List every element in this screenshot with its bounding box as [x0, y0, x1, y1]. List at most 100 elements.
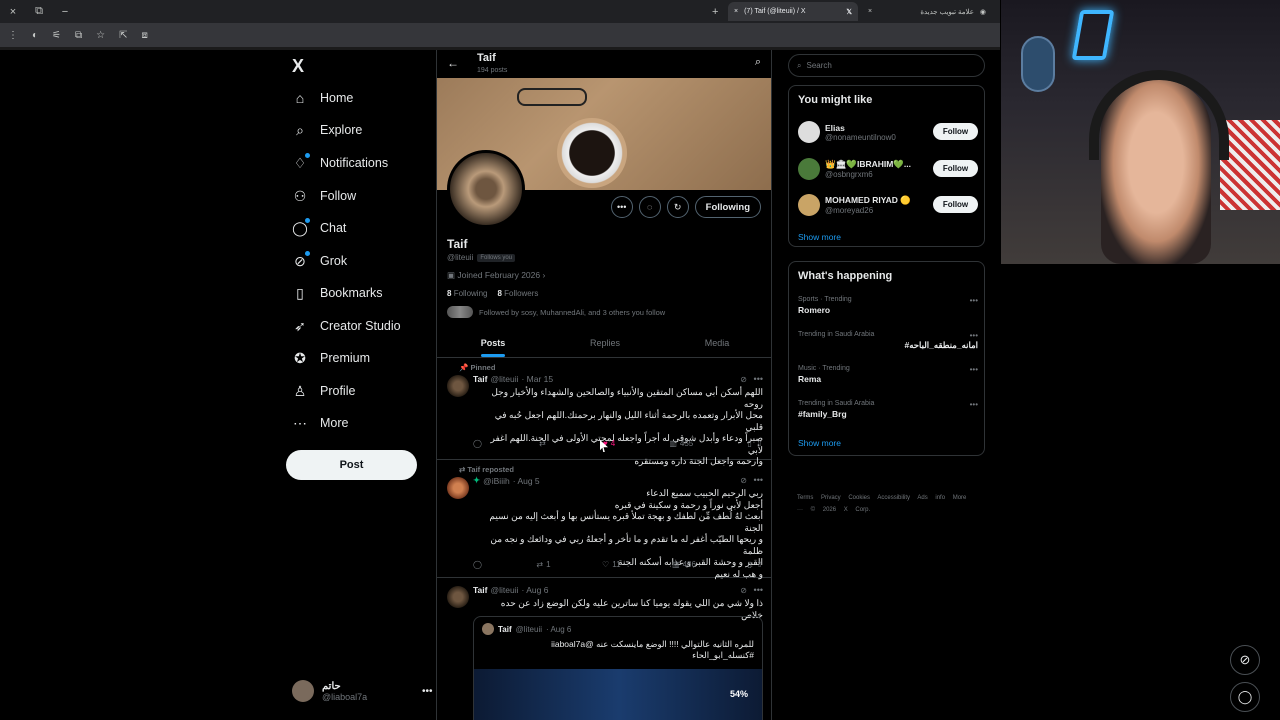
more-icon[interactable]: ••• — [970, 365, 978, 374]
post-button[interactable]: Post — [286, 450, 417, 480]
menu-dots-icon[interactable]: ⋮ — [8, 30, 18, 41]
following-button[interactable]: Following — [694, 196, 761, 218]
more-icon[interactable]: ••• — [970, 400, 978, 409]
profile-avatar[interactable] — [447, 150, 525, 228]
nav-label: Notifications — [320, 156, 389, 170]
trend-item[interactable]: Trending in Saudi Arabia #family_Brg ••• — [798, 400, 978, 419]
grok-icon[interactable]: ⊘ — [740, 586, 747, 595]
more-icon[interactable]: ••• — [970, 331, 978, 340]
nav-notifications[interactable]: ♢ Notifications — [292, 151, 388, 175]
nav-premium[interactable]: ✪ Premium — [292, 346, 370, 370]
grok-float-button[interactable]: ⊘ — [1230, 645, 1260, 675]
views-button[interactable]: ▥ 455 — [669, 439, 693, 448]
header-name: Taif — [477, 52, 496, 64]
back-arrow-icon[interactable]: ← — [447, 56, 459, 70]
nav-profile[interactable]: ♙ Profile — [292, 379, 356, 403]
more-icon[interactable]: ••• — [970, 296, 978, 305]
chat-bubble-icon: ◯ — [292, 217, 310, 237]
search-placeholder: Search — [806, 61, 832, 70]
reply-button[interactable]: ◯ — [473, 560, 485, 569]
grok-button[interactable]: ◌ — [638, 196, 661, 218]
nav-home[interactable]: ⌂ Home — [292, 86, 354, 110]
avatar[interactable] — [447, 477, 469, 499]
grok-icon[interactable]: ⊘ — [740, 375, 747, 384]
tab-search-icon[interactable]: ⧉ — [75, 30, 82, 41]
nav-label: Creator Studio — [320, 319, 401, 333]
tab-new-tab[interactable]: × علامة تبويب جديدة ◉ — [862, 2, 992, 21]
trend-item[interactable]: Trending in Saudi Arabia #امانه_منطقه_الب… — [798, 331, 978, 351]
install-icon[interactable]: ⧈ — [142, 30, 148, 41]
account-switcher[interactable]: حاتم @liaboal7a ••• — [292, 680, 433, 702]
bookmark-button[interactable]: ▯ ⇧ — [747, 439, 763, 448]
followed-by[interactable]: Followed by sosy, MuhannedAli, and 3 oth… — [447, 306, 665, 318]
views-button[interactable]: ▥ 486 — [672, 560, 696, 569]
tweet-actions: ◯ ⇄ 1 ♡ 11 ▥ 486 ▯ ⇧ — [473, 560, 763, 569]
footer-links[interactable]: Terms Privacy Cookies Accessibility Ads … — [797, 492, 977, 516]
follow-button[interactable]: Follow — [933, 160, 978, 177]
extension-icon[interactable]: ⚟ — [52, 30, 61, 41]
account-handle: @liaboal7a — [322, 691, 368, 702]
tab-replies[interactable]: Replies — [549, 328, 661, 357]
quote-header: Taif @liteuii · Aug 6 — [482, 623, 571, 635]
subscribe-button[interactable]: ↻ — [666, 196, 689, 218]
tweet-quote[interactable]: Taif @liteuii · Aug 6 ⊘ ••• ذا ولا شي من ا… — [437, 578, 771, 720]
chair-cushion — [1220, 120, 1280, 210]
tweet-repost[interactable]: ⇄ Taif reposted ✦ @iBiiih · Aug 5 ⊘ ••• رب… — [437, 460, 771, 579]
followers-stat[interactable]: 8 Followers — [497, 289, 538, 298]
more-icon[interactable]: ••• — [754, 475, 763, 485]
header-post-count: 194 posts — [477, 67, 508, 74]
suggestion-item[interactable]: 👑🏛💚IBRAHIM💚... @osbngrxm6 Follow — [798, 155, 978, 183]
tab-media[interactable]: Media — [661, 328, 771, 357]
more-icon[interactable]: ••• — [754, 585, 763, 595]
tab-x-profile[interactable]: × (7) Taif (@liteuii) / X 𝕏 — [728, 2, 858, 21]
following-stat[interactable]: 8 Following — [447, 289, 487, 298]
suggestion-item[interactable]: MOHAMED RIYAD 🟡 @moreyad26 Follow — [798, 191, 978, 219]
nav-creator-studio[interactable]: ➶ Creator Studio — [292, 314, 401, 338]
show-more-link[interactable]: Show more — [798, 438, 841, 448]
quote-media[interactable]: 54% — [474, 669, 762, 720]
search-input[interactable]: ⌕ Search — [788, 54, 985, 77]
nav-bookmarks[interactable]: ▯ Bookmarks — [292, 281, 382, 305]
share-icon[interactable]: ⇱ — [119, 30, 127, 41]
tab-close-icon[interactable]: × — [734, 8, 738, 15]
profile-header-bar: ← Taif 194 posts ⌕ — [437, 50, 771, 78]
nav-explore[interactable]: ⌕ Explore — [292, 118, 362, 142]
nav-follow[interactable]: ⚇ Follow — [292, 184, 356, 208]
more-icon[interactable]: ••• — [422, 686, 433, 697]
profile-avatar-icon[interactable]: ◐ — [32, 30, 38, 41]
bookmark-button[interactable]: ▯ ⇧ — [747, 560, 763, 569]
tab-close-icon[interactable]: × — [868, 8, 872, 15]
follow-button[interactable]: Follow — [933, 123, 978, 140]
show-more-link[interactable]: Show more — [798, 232, 841, 242]
nav-chat[interactable]: ◯ Chat — [292, 216, 346, 240]
suggestion-item[interactable]: Elias @nonameuntilnow0 Follow — [798, 118, 978, 146]
new-tab-button[interactable]: + — [712, 6, 718, 18]
repost-button[interactable]: ⇄ — [539, 439, 549, 448]
follow-button[interactable]: Follow — [933, 196, 978, 213]
close-window-icon[interactable]: × — [0, 6, 26, 18]
repost-button[interactable]: ⇄ 1 — [536, 560, 550, 569]
bookmark-star-icon[interactable]: ☆ — [96, 30, 105, 41]
trend-item[interactable]: Music · Trending Rema ••• — [798, 365, 978, 384]
quoted-tweet[interactable]: Taif @liteuii · Aug 6 للمره الثانيه عالتوا… — [473, 616, 763, 720]
restore-window-icon[interactable]: ⧉ — [26, 5, 52, 18]
avatar — [798, 121, 820, 143]
search-icon[interactable]: ⌕ — [755, 56, 761, 69]
joined-date[interactable]: ▣ Joined February 2026 › — [447, 270, 545, 281]
trend-item[interactable]: Sports · Trending Romero ••• — [798, 296, 978, 315]
who-to-follow: You might like Elias @nonameuntilnow0 Fol… — [788, 85, 985, 247]
tab-posts[interactable]: Posts — [437, 328, 549, 357]
like-button[interactable]: ♡ 11 — [602, 560, 620, 569]
minimize-window-icon[interactable]: − — [52, 6, 78, 18]
grok-icon[interactable]: ⊘ — [740, 476, 747, 485]
avatar[interactable] — [447, 375, 469, 397]
more-icon[interactable]: ••• — [754, 374, 763, 384]
messages-float-button[interactable]: ◯ — [1230, 682, 1260, 712]
nav-more[interactable]: ⋯ More — [292, 411, 348, 435]
search-icon: ⌕ — [797, 60, 802, 70]
more-options-button[interactable]: ••• — [610, 196, 633, 218]
reply-button[interactable]: ◯ — [473, 439, 485, 448]
avatar[interactable] — [447, 586, 469, 608]
x-logo-icon[interactable]: X — [292, 56, 304, 77]
nav-grok[interactable]: ⊘ Grok — [292, 249, 347, 273]
